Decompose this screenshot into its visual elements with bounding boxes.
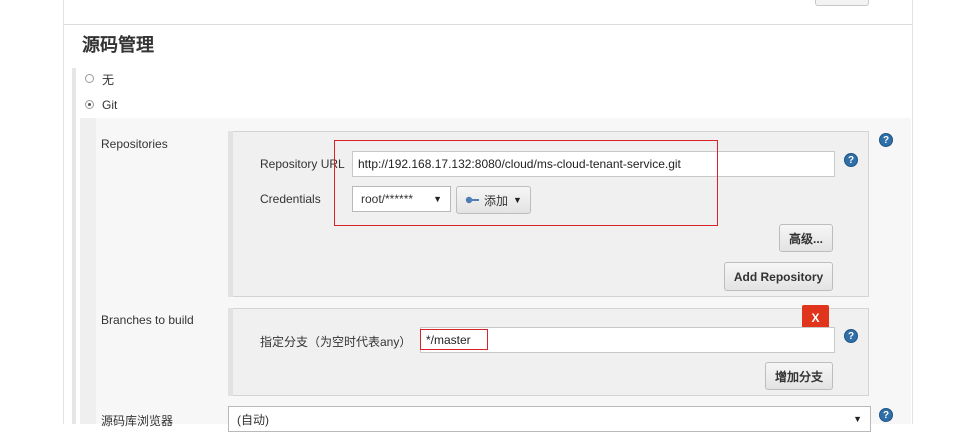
branch-specifier-help-icon[interactable]: ? [844,329,858,343]
repository-browser-select[interactable]: (自动) ▼ [228,406,871,432]
git-config-indent-bar [80,118,96,424]
repository-browser-value: (自动) [237,412,269,427]
radio-git[interactable] [85,100,94,109]
radio-none-label: 无 [102,73,115,87]
panel-right-border [912,0,913,424]
add-repository-button[interactable]: Add Repository [724,262,833,291]
previous-section-button[interactable] [815,0,869,6]
branch-box-bar [228,308,233,396]
section-divider [63,24,913,25]
add-branch-button[interactable]: 增加分支 [765,362,833,390]
repository-browser-label: 源码库浏览器 [101,414,174,428]
highlight-box-branch [420,329,488,350]
credentials-label: Credentials [260,192,321,206]
repository-url-label: Repository URL [260,157,345,171]
repository-browser-help-icon[interactable]: ? [879,408,893,422]
section-title: 源码管理 [82,35,154,55]
repositories-help-icon[interactable]: ? [879,133,893,147]
branches-label: Branches to build [101,313,194,327]
chevron-down-icon: ▼ [853,414,862,424]
radio-git-label: Git [102,98,118,112]
repository-box-bar [228,131,233,297]
radio-none[interactable] [85,74,94,83]
repository-url-help-icon[interactable]: ? [844,153,858,167]
branch-specifier-label: 指定分支（为空时代表any） [260,335,412,349]
panel-left-border [63,0,64,424]
highlight-box-repository [334,140,718,226]
advanced-button[interactable]: 高级... [779,224,833,252]
repositories-label: Repositories [101,137,168,151]
radio-group-indent-bar [72,68,76,424]
